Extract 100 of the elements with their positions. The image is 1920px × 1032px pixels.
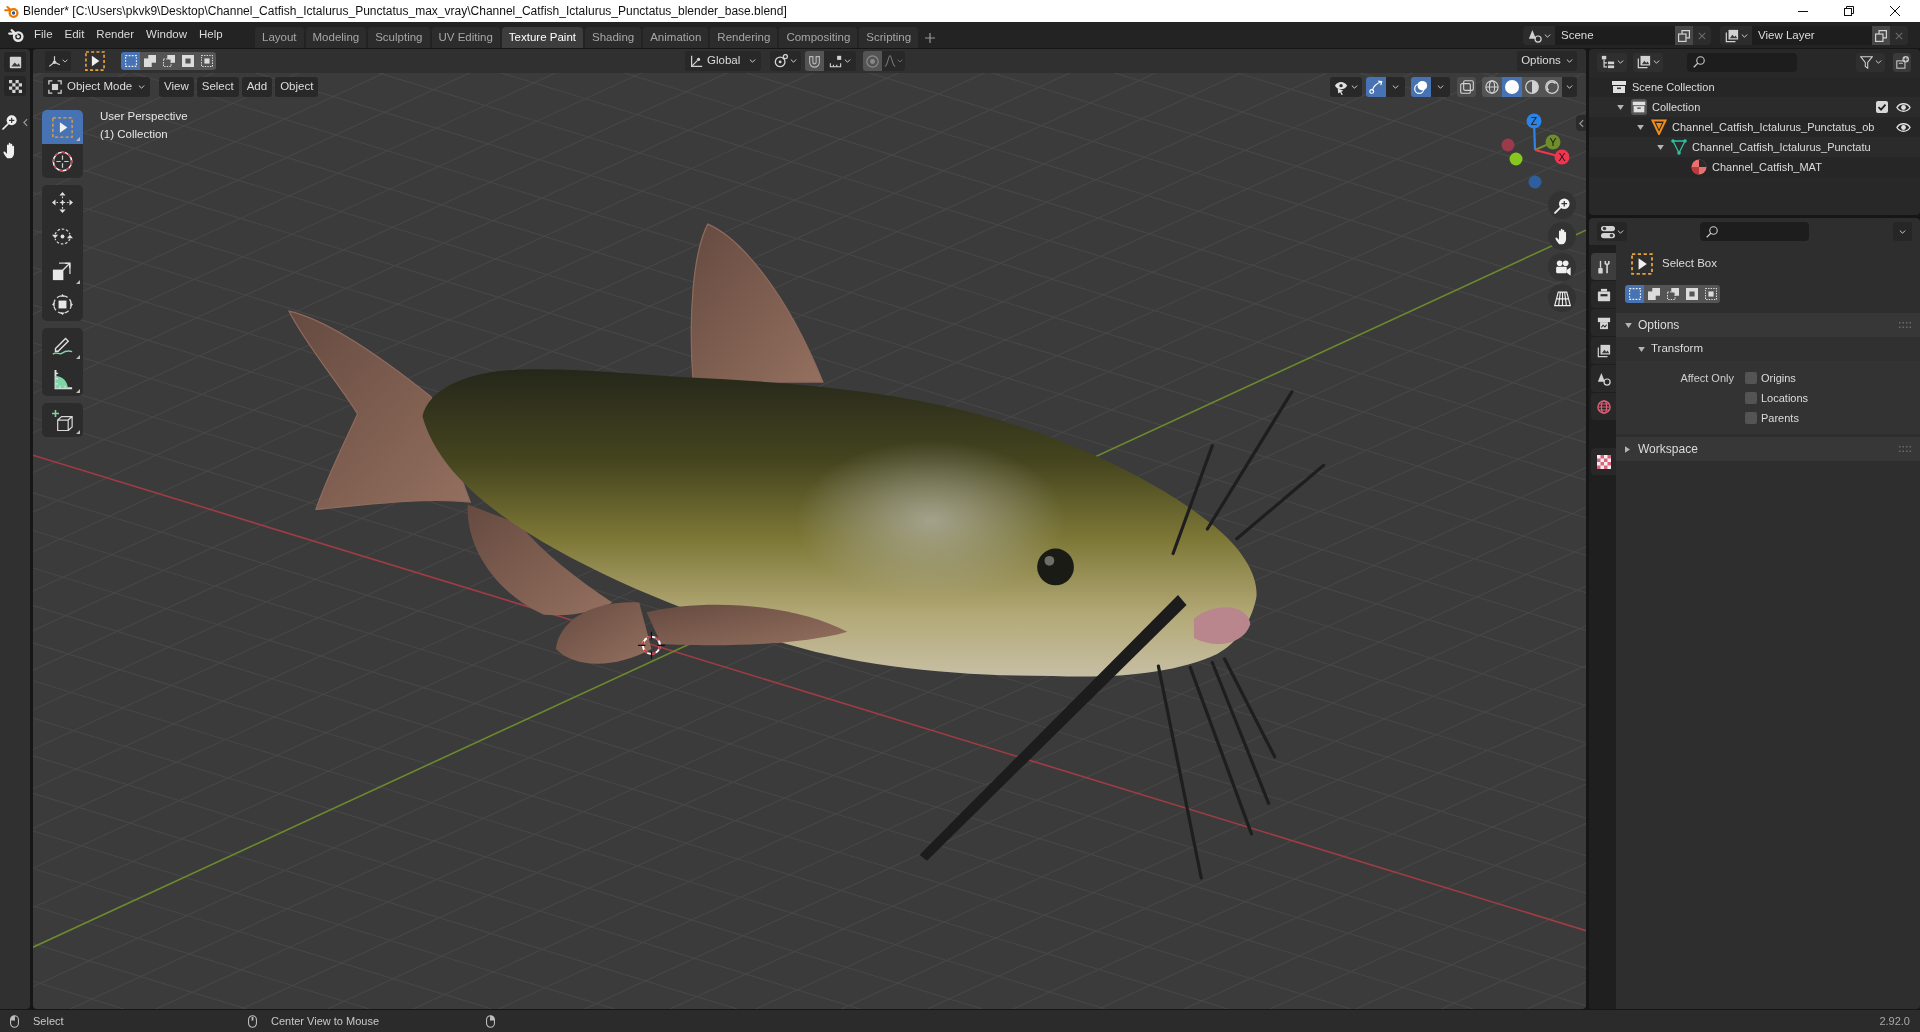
- editor-type-button[interactable]: [4, 52, 26, 72]
- 3d-viewport[interactable]: Z Y X Global Options Object Mode View Select Add Object User Perspective (1) Collection: [33, 49, 1586, 1009]
- texture-tab[interactable]: [1591, 448, 1616, 475]
- workspace-tab[interactable]: Rendering: [710, 27, 778, 48]
- expand-arrow-icon[interactable]: [1638, 346, 1645, 352]
- selection-mode-button[interactable]: [121, 52, 140, 70]
- eye-icon[interactable]: [1896, 101, 1911, 113]
- tool-button[interactable]: [42, 328, 83, 362]
- shading-mode-button[interactable]: [1502, 77, 1522, 97]
- gizmo-negative-axis-handle[interactable]: [1501, 138, 1515, 152]
- workspace-tab[interactable]: Animation: [643, 27, 709, 48]
- selection-mode-button[interactable]: [1644, 285, 1663, 303]
- menu-item[interactable]: Window: [140, 25, 193, 45]
- new-collection-button[interactable]: [1893, 52, 1911, 72]
- gizmo-axis-handle[interactable]: X: [1534, 148, 1570, 165]
- gizmo-axis-handle[interactable]: Z: [1526, 113, 1542, 151]
- menu-item[interactable]: Edit: [58, 25, 91, 45]
- panel-header[interactable]: Options: [1616, 313, 1920, 337]
- tool-button[interactable]: [42, 144, 83, 178]
- camera-view-button[interactable]: [1548, 253, 1576, 281]
- proportional-editing-toggle[interactable]: [863, 51, 882, 71]
- expand-arrow-icon[interactable]: [1625, 322, 1632, 328]
- workspace-tab[interactable]: Texture Paint: [501, 27, 583, 48]
- options-dropdown[interactable]: Options: [1517, 51, 1577, 71]
- view-layer-browse-button[interactable]: [1720, 26, 1752, 45]
- selection-mode-button[interactable]: [140, 52, 159, 70]
- menu-item[interactable]: View: [159, 77, 194, 97]
- header-menu-button[interactable]: [4, 76, 26, 96]
- expand-arrow-icon[interactable]: [1657, 144, 1664, 150]
- scene-name-field[interactable]: Scene: [1555, 26, 1675, 45]
- snap-toggle[interactable]: [805, 51, 824, 71]
- checkbox[interactable]: [1745, 372, 1757, 384]
- checkbox[interactable]: [1745, 392, 1757, 404]
- scene-tab[interactable]: [1591, 365, 1616, 392]
- world-tab[interactable]: [1591, 393, 1616, 420]
- drag-handle-icon[interactable]: [1899, 446, 1911, 452]
- selection-mode-button[interactable]: [178, 52, 197, 70]
- view-layer-tab[interactable]: [1591, 337, 1616, 364]
- checkbox[interactable]: [1745, 412, 1757, 424]
- editor-type-button[interactable]: [1597, 52, 1627, 72]
- filter-dropdown[interactable]: [1856, 52, 1885, 72]
- workspace-tab[interactable]: Layout: [255, 27, 304, 48]
- zoom-button[interactable]: [1548, 191, 1576, 219]
- menu-item[interactable]: Add: [241, 77, 273, 97]
- selection-mode-button[interactable]: [197, 52, 216, 70]
- view-layer-name-field[interactable]: View Layer: [1752, 26, 1872, 45]
- zoom-in-icon[interactable]: [2, 114, 18, 130]
- workspace-tab[interactable]: Modeling: [305, 27, 367, 48]
- duplicate-button[interactable]: [1675, 26, 1693, 45]
- menu-item[interactable]: Help: [193, 25, 229, 45]
- search-field[interactable]: [1687, 52, 1797, 72]
- falloff-dropdown[interactable]: [882, 51, 905, 71]
- workspace-tab[interactable]: UV Editing: [431, 27, 500, 48]
- tool-button[interactable]: [42, 287, 83, 321]
- snap-dropdown[interactable]: [824, 51, 856, 71]
- search-field[interactable]: [1700, 222, 1809, 241]
- pivot-dropdown[interactable]: [770, 51, 801, 71]
- selection-mode-button[interactable]: [1625, 285, 1644, 303]
- gizmo-negative-axis-handle[interactable]: [1528, 175, 1542, 189]
- editor-type-button[interactable]: [45, 51, 71, 71]
- duplicate-button[interactable]: [1872, 26, 1890, 45]
- gizmo-negative-axis-handle[interactable]: [1509, 152, 1523, 166]
- expand-arrow-icon[interactable]: [1625, 445, 1630, 453]
- pan-button[interactable]: [1548, 222, 1576, 250]
- mode-dropdown[interactable]: Object Mode: [43, 77, 150, 97]
- display-mode-button[interactable]: [1633, 52, 1663, 72]
- shading-mode-button[interactable]: [1482, 77, 1502, 97]
- menu-item[interactable]: Select: [196, 77, 239, 97]
- workspace-tab[interactable]: Scripting: [859, 27, 919, 48]
- workspace-tab[interactable]: Shading: [585, 27, 642, 48]
- perspective-toggle-button[interactable]: [1548, 284, 1576, 312]
- tool-settings-tab[interactable]: [1591, 253, 1616, 280]
- gizmo-toggle[interactable]: [1366, 77, 1386, 97]
- selectability-dropdown[interactable]: [1330, 77, 1362, 97]
- render-tab[interactable]: [1591, 281, 1616, 308]
- orientation-dropdown[interactable]: Global: [685, 51, 761, 71]
- eye-icon[interactable]: [1896, 121, 1911, 133]
- checkbox[interactable]: [1876, 101, 1888, 113]
- remove-button[interactable]: [1693, 26, 1711, 45]
- tool-button[interactable]: [42, 185, 83, 219]
- drag-handle-icon[interactable]: [1899, 322, 1911, 328]
- expand-arrow-icon[interactable]: [1637, 124, 1644, 130]
- menu-item[interactable]: Render: [90, 25, 141, 45]
- scene-browse-button[interactable]: [1523, 26, 1555, 45]
- tool-button[interactable]: [42, 403, 83, 437]
- selection-mode-button[interactable]: [1682, 285, 1701, 303]
- sidebar-toggle[interactable]: [1576, 115, 1586, 131]
- workspace-tab[interactable]: Compositing: [779, 27, 858, 48]
- shading-mode-button[interactable]: [1542, 77, 1562, 97]
- workspace-tab[interactable]: Sculpting: [368, 27, 430, 48]
- menu-item[interactable]: Object: [275, 77, 319, 97]
- shading-mode-button[interactable]: [1522, 77, 1542, 97]
- menu-item[interactable]: File: [28, 25, 59, 45]
- chevron-left-icon[interactable]: [23, 117, 28, 127]
- active-tool-button[interactable]: [83, 50, 107, 72]
- output-tab[interactable]: [1591, 309, 1616, 336]
- editor-type-button[interactable]: [1597, 222, 1627, 241]
- tool-button[interactable]: [42, 362, 83, 396]
- xray-toggle[interactable]: [1457, 77, 1476, 97]
- panel-header[interactable]: Workspace: [1616, 437, 1920, 461]
